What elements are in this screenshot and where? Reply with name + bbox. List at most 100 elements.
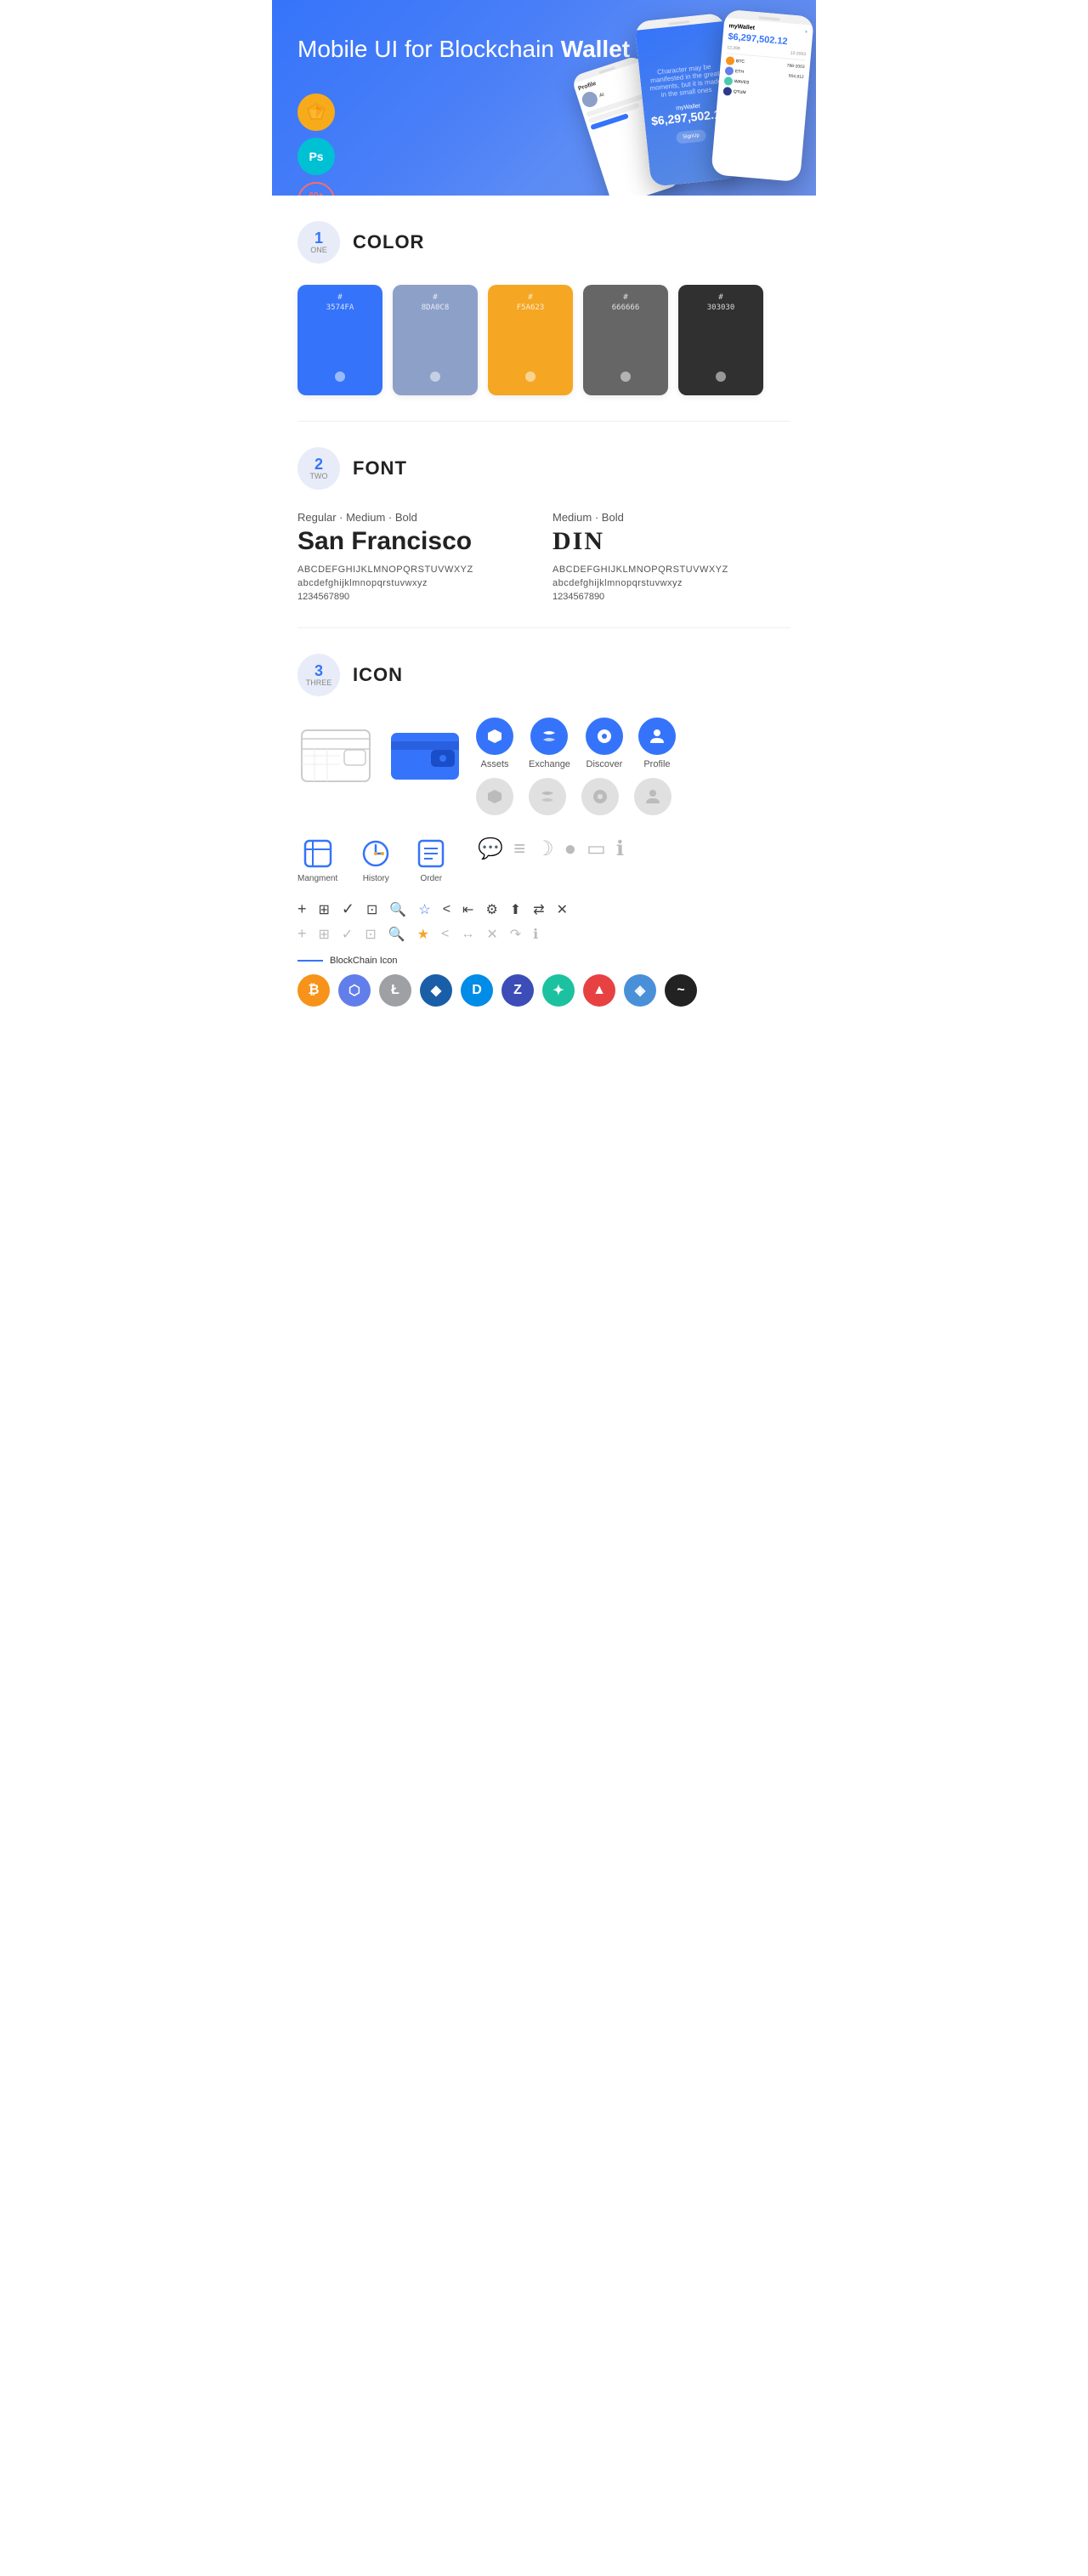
phones-mockups: Profile AI Character may be manifested i… [582, 9, 808, 174]
icon-profile: Profile [638, 718, 676, 769]
icon-discover-gray [581, 778, 619, 815]
section2-badge: 2 TWO [298, 447, 340, 490]
swatch-3: #666666 [583, 285, 668, 395]
share-icon: ⇤ [462, 901, 473, 918]
swatch-4: #303030 [678, 285, 763, 395]
crypto-icon-2: Ł [379, 974, 411, 1007]
font2-upper: ABCDEFGHIJKLMNOPQRSTUVWXYZ [552, 565, 790, 575]
check-icon: ✓ [342, 900, 354, 918]
crypto-icon-9: ~ [665, 974, 697, 1007]
qr-icon-gray: ⊡ [365, 926, 376, 943]
qr-icon: ⊡ [366, 901, 377, 918]
swatch-2: #F5A623 [488, 285, 573, 395]
icon-assets: Assets [476, 718, 513, 769]
section2-header: 2 TWO FONT [298, 447, 790, 490]
chevron-left-icon-gray: < [441, 927, 449, 942]
chevron-left-icon: < [443, 902, 450, 917]
swatch-1: #8DA0C8 [393, 285, 478, 395]
swap-icon: ⇄ [533, 901, 544, 918]
tab-icons-row: Mangment History Order 💬 ≡ [298, 837, 790, 883]
crypto-icon-5: Z [502, 974, 534, 1007]
utility-icons-gray: + ⊞ ✓ ⊡ 🔍 ★ < ↔ ✕ ↷ ℹ [298, 925, 790, 943]
discover-icon-gray [581, 778, 619, 815]
section3-header: 3 THREE ICON [298, 654, 790, 696]
moon-icon: ☽ [536, 837, 554, 861]
utility-icons-blue: + ⊞ ✓ ⊡ 🔍 ☆ < ⇤ ⚙ ⬆ ⇄ ✕ [298, 900, 790, 918]
profile-icon [638, 718, 676, 755]
blockchain-label-row: BlockChain Icon [298, 956, 790, 966]
icon-management: Mangment [298, 837, 337, 883]
stack-icon: ≡ [513, 837, 525, 861]
swatch-0: #3574FA [298, 285, 382, 395]
icon-exchange: Exchange [529, 718, 570, 769]
exchange-icon [530, 718, 568, 755]
ps-badge: Ps [298, 138, 335, 175]
exchange-icon-gray [529, 778, 566, 815]
crypto-icon-8: ◈ [624, 974, 656, 1007]
list-icon: ⊞ [319, 901, 330, 918]
plus-icon: + [298, 900, 307, 918]
font-section: 2 TWO FONT Regular · Medium · Bold San F… [272, 422, 816, 627]
plus-icon-gray: + [298, 925, 307, 943]
font2-lower: abcdefghijklmnopqrstuvwxyz [552, 578, 790, 588]
sketch-badge [298, 94, 335, 131]
section2-title: FONT [353, 457, 407, 479]
app-icons-gray [476, 778, 676, 815]
discover-icon [586, 718, 623, 755]
icon-assets-gray [476, 778, 513, 815]
assets-icon [476, 718, 513, 755]
font1-nums: 1234567890 [298, 592, 536, 602]
icon-profile-gray [634, 778, 672, 815]
assets-icon-gray [476, 778, 513, 815]
section3-title: ICON [353, 664, 403, 686]
icon-section: 3 THREE ICON [272, 628, 816, 1032]
section1-title: COLOR [353, 231, 424, 253]
chat-icon: 💬 [478, 837, 503, 861]
font1-name: San Francisco [298, 527, 536, 556]
app-icons-colored: Assets Exchange [476, 718, 676, 769]
blockchain-label: BlockChain Icon [330, 956, 398, 966]
section1-header: 1 ONE COLOR [298, 221, 790, 264]
wallet-icon-wire [298, 718, 374, 794]
close-icon: ✕ [557, 901, 568, 918]
misc-icons-row: 💬 ≡ ☽ ● ▭ ℹ [478, 837, 624, 861]
font1-upper: ABCDEFGHIJKLMNOPQRSTUVWXYZ [298, 565, 536, 575]
badges-column: Ps 60+Screens [298, 94, 335, 196]
speech-icon: ▭ [586, 837, 606, 861]
crypto-icon-7: ▲ [583, 974, 615, 1007]
upload-icon: ⬆ [510, 901, 521, 918]
settings-icon: ⚙ [485, 901, 497, 918]
list-icon-gray: ⊞ [319, 926, 330, 943]
info-icon-gray: ℹ [533, 926, 538, 943]
crypto-icon-6: ✦ [542, 974, 575, 1007]
redo-icon-gray: ↷ [510, 926, 521, 943]
hero-section: Mobile UI for Blockchain Wallet UI Kit P… [272, 0, 816, 196]
screens-badge: 60+Screens [298, 182, 335, 196]
font2-block: Medium · Bold DIN ABCDEFGHIJKLMNOPQRSTUV… [552, 511, 790, 602]
crypto-icon-3: ◆ [420, 974, 452, 1007]
icon-history: History [359, 837, 393, 883]
font-grid: Regular · Medium · Bold San Francisco AB… [298, 511, 790, 602]
wallet-icon-solid [387, 718, 463, 794]
main-icon-row: Assets Exchange [298, 718, 790, 815]
star-icon: ☆ [418, 901, 430, 918]
color-section: 1 ONE COLOR #3574FA#8DA0C8#F5A623#666666… [272, 196, 816, 421]
section1-badge: 1 ONE [298, 221, 340, 264]
star-icon-yellow: ★ [417, 926, 429, 943]
app-icons-container: Assets Exchange [476, 718, 676, 815]
icon-order: Order [414, 837, 448, 883]
font2-style: Medium · Bold [552, 511, 790, 524]
profile-icon-gray [634, 778, 672, 815]
crypto-icon-1: ⬡ [338, 974, 371, 1007]
close-icon-gray: ✕ [486, 926, 497, 943]
crypto-icon-0: ₿ [298, 974, 330, 1007]
arrows-icon-gray: ↔ [461, 927, 474, 942]
crypto-icons-row: ₿⬡Ł◆DZ✦▲◈~ [298, 974, 790, 1007]
icon-exchange-gray [529, 778, 566, 815]
font2-name: DIN [552, 527, 790, 556]
font2-nums: 1234567890 [552, 592, 790, 602]
info-icon: ℹ [616, 837, 624, 861]
circle-icon: ● [564, 837, 577, 861]
blockchain-line [298, 960, 323, 962]
font1-style: Regular · Medium · Bold [298, 511, 536, 524]
